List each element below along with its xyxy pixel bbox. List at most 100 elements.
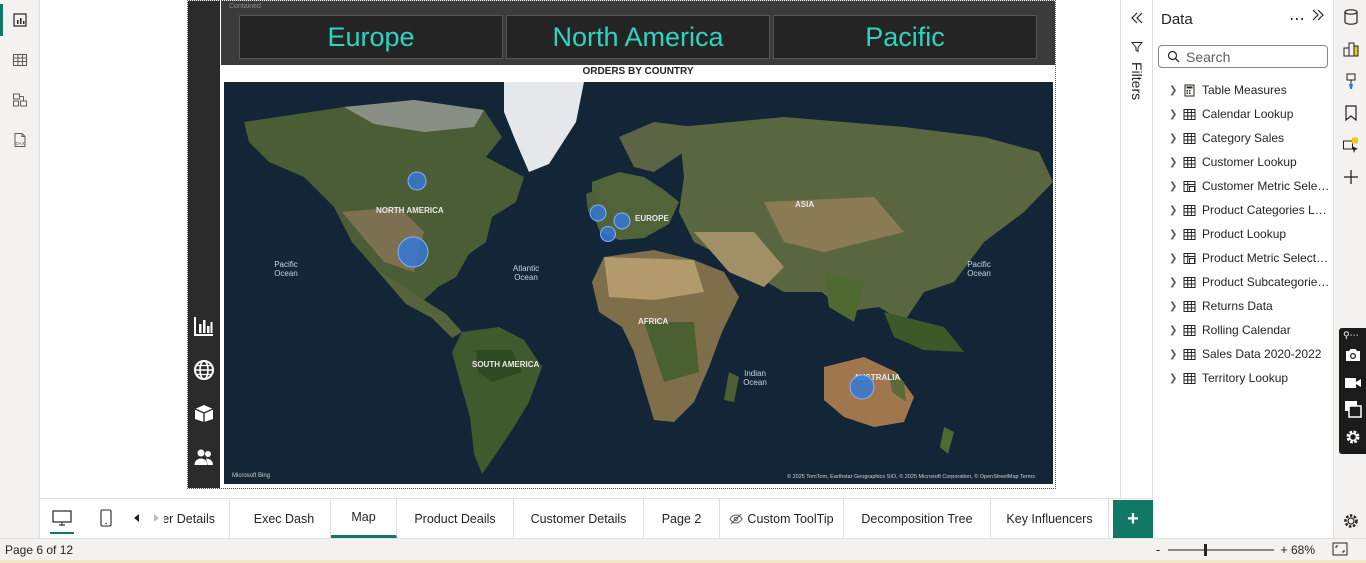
region-button-europe[interactable]: Europe bbox=[239, 15, 503, 59]
page-tab[interactable]: Key Influencers bbox=[991, 499, 1109, 538]
desktop-layout-button[interactable] bbox=[48, 505, 76, 534]
zoom-slider-thumb[interactable] bbox=[1204, 543, 1207, 556]
map-bubble-germany[interactable] bbox=[613, 212, 631, 230]
data-table-item[interactable]: ❯ Sales Data 2020-2022 bbox=[1153, 342, 1333, 366]
page-tab[interactable]: Customer Details bbox=[514, 499, 644, 538]
map-bubble-united-states[interactable] bbox=[397, 236, 429, 268]
more-options-icon[interactable]: ⋯ bbox=[1289, 9, 1306, 29]
tabs-scroll-left-button[interactable] bbox=[128, 505, 146, 531]
fit-to-page-button[interactable] bbox=[1332, 542, 1348, 559]
chevron-right-icon[interactable]: ❯ bbox=[1169, 109, 1181, 120]
data-search-box[interactable] bbox=[1158, 45, 1328, 68]
data-table-item[interactable]: ❯ Product Categories Lookup bbox=[1153, 198, 1333, 222]
chevron-right-icon[interactable]: ❯ bbox=[1169, 205, 1181, 216]
chevron-right-icon[interactable]: ❯ bbox=[1169, 373, 1181, 384]
map-bubble-france[interactable] bbox=[600, 226, 616, 242]
data-table-item[interactable]: ❯ Product Lookup bbox=[1153, 222, 1333, 246]
nav-bar-chart-button[interactable] bbox=[191, 313, 217, 339]
toolbar-settings-button[interactable] bbox=[1344, 428, 1362, 451]
chevron-right-icon[interactable]: ❯ bbox=[1169, 229, 1181, 240]
toolbar-link-icon[interactable]: ⚲⋯ bbox=[1343, 330, 1359, 341]
table-name: Sales Data 2020-2022 bbox=[1202, 347, 1322, 361]
selection-pane-toggle[interactable] bbox=[1338, 132, 1364, 158]
map-bubble-united-kingdom[interactable] bbox=[589, 204, 607, 222]
region-button-pacific[interactable]: Pacific bbox=[773, 15, 1037, 59]
data-table-item[interactable]: ❯ Returns Data bbox=[1153, 294, 1333, 318]
page-tab[interactable]: Page 2 bbox=[644, 499, 720, 538]
map-label-africa: AFRICA bbox=[638, 317, 669, 326]
page-tab[interactable]: Map bbox=[331, 499, 397, 538]
chevron-right-icon[interactable]: ❯ bbox=[1169, 253, 1181, 264]
users-icon bbox=[194, 449, 213, 465]
video-button[interactable] bbox=[1344, 374, 1362, 397]
page-tab[interactable]: Exec Dash bbox=[238, 499, 331, 538]
collapse-pane-button[interactable] bbox=[1311, 8, 1325, 27]
data-search-input[interactable] bbox=[1186, 48, 1316, 65]
page-tab[interactable]: Product Deails bbox=[397, 499, 514, 538]
settings-button[interactable] bbox=[1338, 508, 1364, 534]
data-table-item[interactable]: ❯ Territory Lookup bbox=[1153, 366, 1333, 390]
page-tab[interactable]: Customer Details bbox=[164, 499, 230, 538]
tabs-scroll-right-button[interactable] bbox=[148, 505, 164, 531]
visualizations-icon bbox=[1343, 42, 1359, 57]
filters-pane-collapsed[interactable]: Filters bbox=[1120, 0, 1153, 538]
data-table-item[interactable]: ❯ Calendar Lookup bbox=[1153, 102, 1333, 126]
visualizations-pane-toggle[interactable] bbox=[1338, 36, 1364, 62]
chevron-right-icon[interactable]: ❯ bbox=[1169, 349, 1181, 360]
data-pane-toggle[interactable] bbox=[1338, 4, 1364, 30]
chevron-right-icon[interactable]: ❯ bbox=[1169, 325, 1181, 336]
data-table-item[interactable]: ❯ Product Metric Selection bbox=[1153, 246, 1333, 270]
filters-label: Filters bbox=[1129, 62, 1145, 101]
nav-customers-button[interactable] bbox=[191, 444, 217, 470]
data-table-item[interactable]: ❯ Rolling Calendar bbox=[1153, 318, 1333, 342]
zoom-in-button[interactable]: + bbox=[1278, 542, 1290, 557]
filters-expand-button[interactable] bbox=[1130, 11, 1144, 30]
camera-button[interactable] bbox=[1344, 346, 1362, 369]
chevron-right-icon[interactable]: ❯ bbox=[1169, 277, 1181, 288]
triangle-left-icon bbox=[134, 514, 139, 522]
data-table-item[interactable]: ❯ Table Measures bbox=[1153, 78, 1333, 102]
format-pane-toggle[interactable] bbox=[1338, 68, 1364, 94]
zoom-control: - + bbox=[1152, 542, 1290, 557]
overlay-button[interactable] bbox=[1344, 400, 1362, 423]
search-icon bbox=[1167, 50, 1180, 63]
table-name: Territory Lookup bbox=[1202, 371, 1289, 385]
page-tab[interactable]: Custom ToolTip bbox=[720, 499, 844, 538]
page-tab[interactable]: Decomposition Tree bbox=[844, 499, 991, 538]
data-table-item[interactable]: ❯ Product Subcategories Lookup bbox=[1153, 270, 1333, 294]
data-table-item[interactable]: ❯ Customer Lookup bbox=[1153, 150, 1333, 174]
page-tab-label: Custom ToolTip bbox=[747, 511, 834, 526]
mobile-layout-button[interactable] bbox=[92, 505, 120, 531]
zoom-slider[interactable] bbox=[1168, 543, 1274, 556]
add-pane-button[interactable] bbox=[1338, 164, 1364, 190]
map-label-pacific-ocean-east: Pacific Ocean bbox=[967, 260, 991, 278]
table-name: Customer Lookup bbox=[1202, 155, 1297, 169]
region-selector: Contained Europe North America Pacific bbox=[221, 1, 1055, 65]
model-view-icon bbox=[13, 93, 27, 107]
bookmarks-pane-toggle[interactable] bbox=[1338, 100, 1364, 126]
chevron-right-icon[interactable]: ❯ bbox=[1169, 133, 1181, 144]
map-label-north-america: NORTH AMERICA bbox=[376, 206, 444, 215]
data-table-item[interactable]: ❯ Customer Metric Selection bbox=[1153, 174, 1333, 198]
dax-query-view-button[interactable]: DAX bbox=[0, 120, 40, 160]
nav-box-button[interactable] bbox=[191, 400, 217, 426]
table-view-button[interactable] bbox=[0, 40, 40, 80]
chevron-right-icon[interactable]: ❯ bbox=[1169, 157, 1181, 168]
nav-globe-button[interactable] bbox=[191, 357, 217, 383]
table-name: Rolling Calendar bbox=[1202, 323, 1291, 337]
chevron-right-icon[interactable]: ❯ bbox=[1169, 85, 1181, 96]
add-page-button[interactable]: + bbox=[1113, 500, 1153, 538]
chevron-right-icon[interactable]: ❯ bbox=[1169, 181, 1181, 192]
power-bi-desktop: DAX Contained Europe North America Pacif… bbox=[0, 0, 1366, 563]
report-view-button[interactable] bbox=[0, 0, 40, 40]
orders-map-visual[interactable]: NORTH AMERICA EUROPE ASIA AFRICA SOUTH A… bbox=[224, 82, 1053, 484]
region-button-north-america[interactable]: North America bbox=[506, 15, 770, 59]
chevron-right-icon[interactable]: ❯ bbox=[1169, 301, 1181, 312]
map-bubble-australia[interactable] bbox=[849, 374, 875, 400]
zoom-out-button[interactable]: - bbox=[1152, 542, 1164, 557]
table-name: Returns Data bbox=[1202, 299, 1273, 313]
map-bubble-canada[interactable] bbox=[407, 171, 427, 191]
data-table-item[interactable]: ❯ Category Sales bbox=[1153, 126, 1333, 150]
model-view-button[interactable] bbox=[0, 80, 40, 120]
table-name: Product Metric Selection bbox=[1202, 251, 1330, 265]
